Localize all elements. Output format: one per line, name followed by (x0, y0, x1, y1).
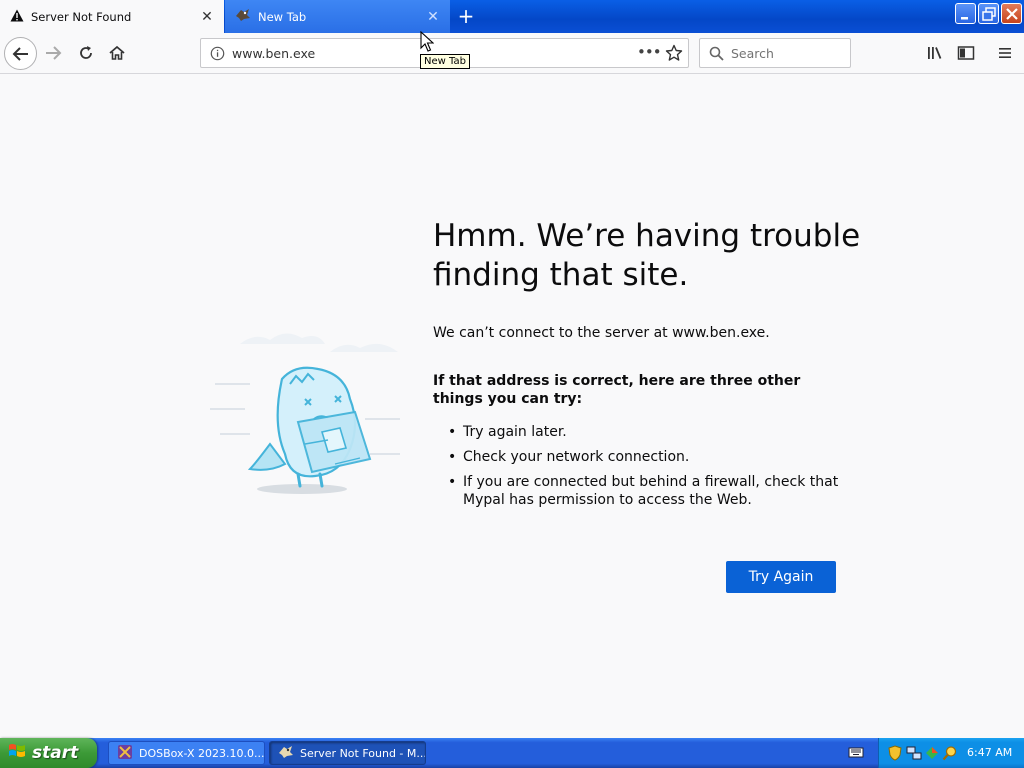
suggestions-list: Try again later. Check your network conn… (448, 423, 848, 516)
menu-icon[interactable] (994, 42, 1016, 64)
minimize-button[interactable] (955, 3, 976, 24)
sidebar-button[interactable] (955, 42, 977, 64)
tab-strip: Server Not Found ✕ New Tab ✕ + (0, 0, 1024, 33)
shield-icon[interactable] (888, 745, 902, 764)
tab-label: Server Not Found (31, 9, 132, 24)
navigation-toolbar: www.ben.exe ••• (0, 33, 1024, 74)
error-title: Hmm. We’re having trouble finding that s… (433, 218, 861, 293)
task-label: DOSBox-X 2023.10.0... (139, 746, 265, 760)
back-button[interactable] (4, 37, 37, 70)
keyboard-icon[interactable] (848, 745, 864, 762)
search-icon (709, 46, 724, 64)
taskbar-item-dosbox[interactable]: DOSBox-X 2023.10.0... (108, 741, 265, 765)
magnifier-icon[interactable] (942, 745, 958, 764)
dosbox-icon (117, 744, 133, 763)
warning-icon (10, 9, 24, 25)
search-input[interactable] (731, 45, 841, 62)
new-tab-button[interactable]: + (455, 6, 477, 28)
dinosaur-illustration (210, 324, 405, 502)
network-icon[interactable] (906, 745, 922, 764)
windows-logo-icon (8, 742, 26, 765)
reload-button[interactable] (74, 41, 98, 65)
start-button[interactable]: start (0, 738, 97, 768)
close-tab-icon[interactable]: ✕ (200, 9, 214, 25)
home-button[interactable] (105, 41, 129, 65)
close-tab-icon[interactable]: ✕ (426, 9, 440, 25)
tab-new-tab[interactable]: New Tab ✕ (225, 0, 450, 33)
task-label: Server Not Found - M... (300, 746, 426, 760)
tab-server-not-found[interactable]: Server Not Found ✕ (0, 0, 224, 33)
library-button[interactable] (924, 42, 946, 64)
system-tray: 6:47 AM (878, 738, 1024, 768)
tooltip: New Tab (420, 54, 470, 69)
suggestions-heading: If that address is correct, here are thr… (433, 373, 801, 407)
list-item: Check your network connection. (448, 448, 848, 466)
tab-label: New Tab (258, 9, 307, 24)
close-window-button[interactable] (1001, 3, 1022, 24)
error-description: We can’t connect to the server at www.be… (433, 325, 770, 341)
mypal-icon (278, 745, 294, 762)
search-bar[interactable] (699, 38, 851, 68)
error-page: Hmm. We’re having trouble finding that s… (0, 74, 1024, 738)
list-item: If you are connected but behind a firewa… (448, 473, 848, 509)
restore-button[interactable] (978, 3, 999, 24)
list-item: Try again later. (448, 423, 848, 441)
security-center-icon[interactable] (924, 745, 940, 764)
forward-button[interactable] (41, 41, 65, 65)
page-actions-icon[interactable]: ••• (637, 43, 662, 61)
clock: 6:47 AM (967, 746, 1013, 759)
taskbar-item-browser[interactable]: Server Not Found - M... (269, 741, 426, 765)
taskbar: start DOSBox-X 2023.10.0... Server Not F… (0, 738, 1024, 768)
try-again-button[interactable]: Try Again (726, 561, 836, 593)
bookmark-star-icon[interactable] (665, 44, 683, 65)
url-text[interactable]: www.ben.exe (232, 46, 315, 61)
info-icon[interactable] (210, 46, 225, 64)
start-label: start (32, 743, 79, 763)
mypal-icon (235, 8, 251, 25)
mouse-cursor-icon (420, 31, 434, 52)
